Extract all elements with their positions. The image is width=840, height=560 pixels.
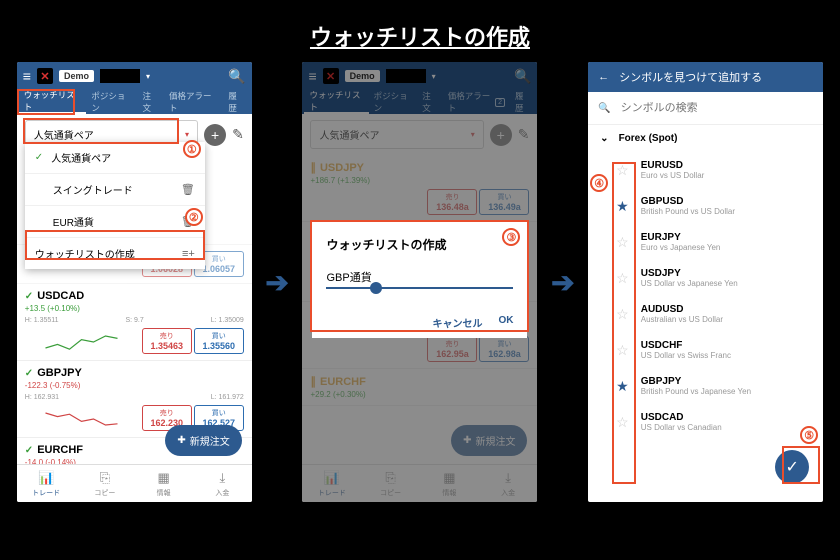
chart-icon: 📊 <box>38 470 54 486</box>
watchlist-name-input[interactable] <box>326 267 513 289</box>
search-icon[interactable]: 🔍 <box>228 68 245 85</box>
watchlist-dropdown: ✓人気通貨ペア スイングトレード🗑 EUR通貨🗑 ウォッチリストの作成≡+ <box>25 142 205 269</box>
back-icon[interactable]: ← <box>598 71 609 83</box>
symbol-row[interactable]: ☆ USDCAD US Dollar vs Canadian <box>588 404 823 440</box>
news-icon: ▦ <box>158 470 170 486</box>
buy-button[interactable]: 買い1.35560 <box>194 328 244 354</box>
create-watchlist-dialog: ウォッチリストの作成 キャンセル OK <box>312 222 527 338</box>
search-icon: 🔍 <box>598 103 610 114</box>
dropdown-create-watchlist[interactable]: ウォッチリストの作成≡+ <box>25 238 205 269</box>
phone-screen-1: ≡ ✕ Demo ▾ 🔍 ウォッチリスト ポジション 注文 価格アラート 履歴 … <box>17 62 252 502</box>
dropdown-item[interactable]: EUR通貨🗑 <box>25 206 205 238</box>
sell-button[interactable]: 売り1.35463 <box>142 328 192 354</box>
symbol-row[interactable]: ☆ EURJPY Euro vs Japanese Yen <box>588 224 823 260</box>
nav-info[interactable]: ▦情報 <box>134 465 193 502</box>
star-icon[interactable]: ☆ <box>616 162 629 179</box>
bottom-nav: 📊トレード ⎘コピー ▦情報 ⤓入金 <box>17 464 252 502</box>
star-icon[interactable]: ☆ <box>616 234 629 251</box>
plus-icon: ✚ <box>177 435 185 446</box>
tab-watchlist[interactable]: ウォッチリスト <box>19 90 87 114</box>
tab-bar: ウォッチリスト ポジション 注文 価格アラート 履歴 <box>17 90 252 114</box>
watchlist-select-label: 人気通貨ペア <box>34 127 94 142</box>
confirm-fab[interactable]: ✓ <box>775 450 809 484</box>
annotation-1: ① <box>183 140 201 158</box>
pair-row[interactable]: ✓USDCAD +13.5 (+0.10%) H: 1.35511S: 9.7L… <box>17 284 252 361</box>
text-cursor-handle[interactable] <box>370 282 382 294</box>
symbol-name: EURUSD <box>641 160 705 171</box>
category-row[interactable]: ⌄ Forex (Spot) <box>588 125 823 152</box>
chevron-down-icon: ▾ <box>185 130 189 139</box>
arrow-icon: ➔ <box>265 266 288 299</box>
annotation-5: ⑤ <box>800 426 818 444</box>
symbol-name: EURJPY <box>641 232 721 243</box>
topbar: ≡ ✕ Demo ▾ 🔍 <box>17 62 252 90</box>
symbol-desc: Australian vs US Dollar <box>641 315 723 324</box>
symbol-desc: British Pound vs Japanese Yen <box>641 387 751 396</box>
nav-trade[interactable]: 📊トレード <box>17 465 76 502</box>
phone-screen-3: ← シンボルを見つけて追加する 🔍 ⌄ Forex (Spot) ☆ EURUS… <box>588 62 823 502</box>
chevron-down-icon: ⌄ <box>600 133 608 144</box>
symbol-name: USDJPY <box>641 268 738 279</box>
symbol-desc: Euro vs US Dollar <box>641 171 705 180</box>
page-title: ウォッチリストの作成 <box>0 0 840 62</box>
symbol-row[interactable]: ☆ AUDUSD Australian vs US Dollar <box>588 296 823 332</box>
app-logo: ✕ <box>37 68 53 84</box>
redacted <box>100 69 140 83</box>
header-title: シンボルを見つけて追加する <box>619 69 762 85</box>
symbol-desc: British Pound vs US Dollar <box>641 207 735 216</box>
hamburger-icon[interactable]: ≡ <box>23 68 31 84</box>
star-icon[interactable]: ☆ <box>616 270 629 287</box>
symbol-name: GBPUSD <box>641 196 735 207</box>
symbol-row[interactable]: ☆ EURUSD Euro vs US Dollar <box>588 152 823 188</box>
new-order-fab[interactable]: ✚新規注文 <box>165 425 241 456</box>
tab-history[interactable]: 履歴 <box>223 90 249 114</box>
symbol-name: AUDUSD <box>641 304 723 315</box>
tab-order[interactable]: 注文 <box>138 90 164 114</box>
create-list-icon: ≡+ <box>182 248 195 260</box>
topbar: ← シンボルを見つけて追加する <box>588 62 823 92</box>
symbol-row[interactable]: ★ GBPUSD British Pound vs US Dollar <box>588 188 823 224</box>
ok-button[interactable]: OK <box>498 315 513 330</box>
nav-deposit[interactable]: ⤓入金 <box>193 465 252 502</box>
symbol-name: GBPJPY <box>641 376 751 387</box>
symbol-desc: Euro vs Japanese Yen <box>641 243 721 252</box>
symbol-desc: US Dollar vs Canadian <box>641 423 722 432</box>
star-icon[interactable]: ★ <box>616 378 629 395</box>
edit-icon[interactable]: ✎ <box>232 126 244 143</box>
star-icon[interactable]: ★ <box>616 198 629 215</box>
deposit-icon: ⤓ <box>220 470 226 486</box>
symbol-search-input[interactable] <box>621 102 814 114</box>
tab-alert[interactable]: 価格アラート <box>164 90 223 114</box>
copy-icon: ⎘ <box>100 470 110 486</box>
symbol-name: USDCAD <box>641 412 722 423</box>
symbol-desc: US Dollar vs Swiss Franc <box>641 351 731 360</box>
demo-badge: Demo <box>59 70 94 82</box>
dropdown-item[interactable]: スイングトレード🗑 <box>25 174 205 206</box>
star-icon[interactable]: ☆ <box>616 306 629 323</box>
star-icon[interactable]: ☆ <box>616 342 629 359</box>
nav-copy[interactable]: ⎘コピー <box>76 465 135 502</box>
star-icon[interactable]: ☆ <box>616 414 629 431</box>
dropdown-item[interactable]: ✓人気通貨ペア <box>25 142 205 174</box>
symbol-name: USDCHF <box>641 340 731 351</box>
symbol-row[interactable]: ★ GBPJPY British Pound vs Japanese Yen <box>588 368 823 404</box>
annotation-2: ② <box>185 208 203 226</box>
tab-position[interactable]: ポジション <box>86 90 137 114</box>
dialog-title: ウォッチリストの作成 <box>326 236 513 253</box>
phone-screen-2: ≡ ✕ Demo ▾ 🔍 ウォッチリスト ポジション 注文 価格アラート2 履歴… <box>302 62 537 502</box>
cancel-button[interactable]: キャンセル <box>432 315 482 330</box>
trash-icon[interactable]: 🗑 <box>181 183 195 196</box>
symbol-row[interactable]: ☆ USDJPY US Dollar vs Japanese Yen <box>588 260 823 296</box>
arrow-icon: ➔ <box>551 266 574 299</box>
add-button[interactable]: + <box>204 124 226 146</box>
symbol-desc: US Dollar vs Japanese Yen <box>641 279 738 288</box>
symbol-row[interactable]: ☆ USDCHF US Dollar vs Swiss Franc <box>588 332 823 368</box>
